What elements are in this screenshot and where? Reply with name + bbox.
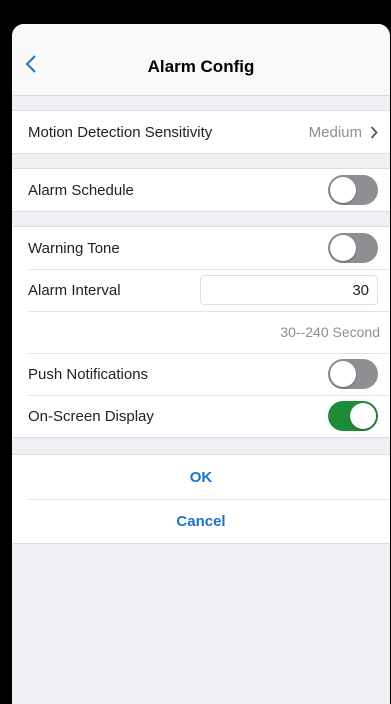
push-notifications-row: Push Notifications: [12, 353, 390, 395]
toggle-knob: [350, 403, 376, 429]
osd-toggle[interactable]: [328, 401, 378, 431]
warning-tone-row: Warning Tone: [12, 227, 390, 269]
alarm-interval-input[interactable]: [200, 275, 378, 305]
cancel-button[interactable]: Cancel: [12, 499, 390, 543]
sensitivity-value: Medium: [308, 123, 362, 141]
ok-button[interactable]: OK: [12, 455, 390, 499]
push-notifications-label: Push Notifications: [28, 365, 149, 383]
toggle-knob: [330, 361, 356, 387]
schedule-group: Alarm Schedule: [12, 168, 390, 212]
toggle-knob: [330, 235, 356, 261]
warning-tone-toggle[interactable]: [328, 233, 378, 263]
alarm-config-sheet: Alarm Config Motion Detection Sensitivit…: [12, 24, 390, 704]
chevron-right-icon: [370, 125, 378, 139]
alarm-interval-label: Alarm Interval: [28, 281, 121, 299]
push-notifications-toggle[interactable]: [328, 359, 378, 389]
sensitivity-label: Motion Detection Sensitivity: [28, 123, 213, 141]
page-title: Alarm Config: [147, 57, 255, 76]
alarm-schedule-label: Alarm Schedule: [28, 181, 134, 199]
osd-label: On-Screen Display: [28, 407, 154, 425]
alarm-interval-row: Alarm Interval: [12, 269, 390, 311]
osd-row: On-Screen Display: [12, 395, 390, 437]
navigation-bar: Alarm Config: [12, 24, 390, 96]
sensitivity-group: Motion Detection Sensitivity Medium: [12, 110, 390, 154]
warning-tone-label: Warning Tone: [28, 239, 120, 257]
actions-group: OK Cancel: [12, 454, 390, 544]
alarm-interval-hint: 30--240 Second: [280, 324, 380, 340]
alarm-schedule-row: Alarm Schedule: [12, 169, 390, 211]
alarm-interval-hint-row: 30--240 Second: [12, 311, 390, 353]
alarm-settings-group: Warning Tone Alarm Interval 30--240 Seco…: [12, 226, 390, 438]
sensitivity-row[interactable]: Motion Detection Sensitivity Medium: [12, 111, 390, 153]
toggle-knob: [330, 177, 356, 203]
alarm-schedule-toggle[interactable]: [328, 175, 378, 205]
